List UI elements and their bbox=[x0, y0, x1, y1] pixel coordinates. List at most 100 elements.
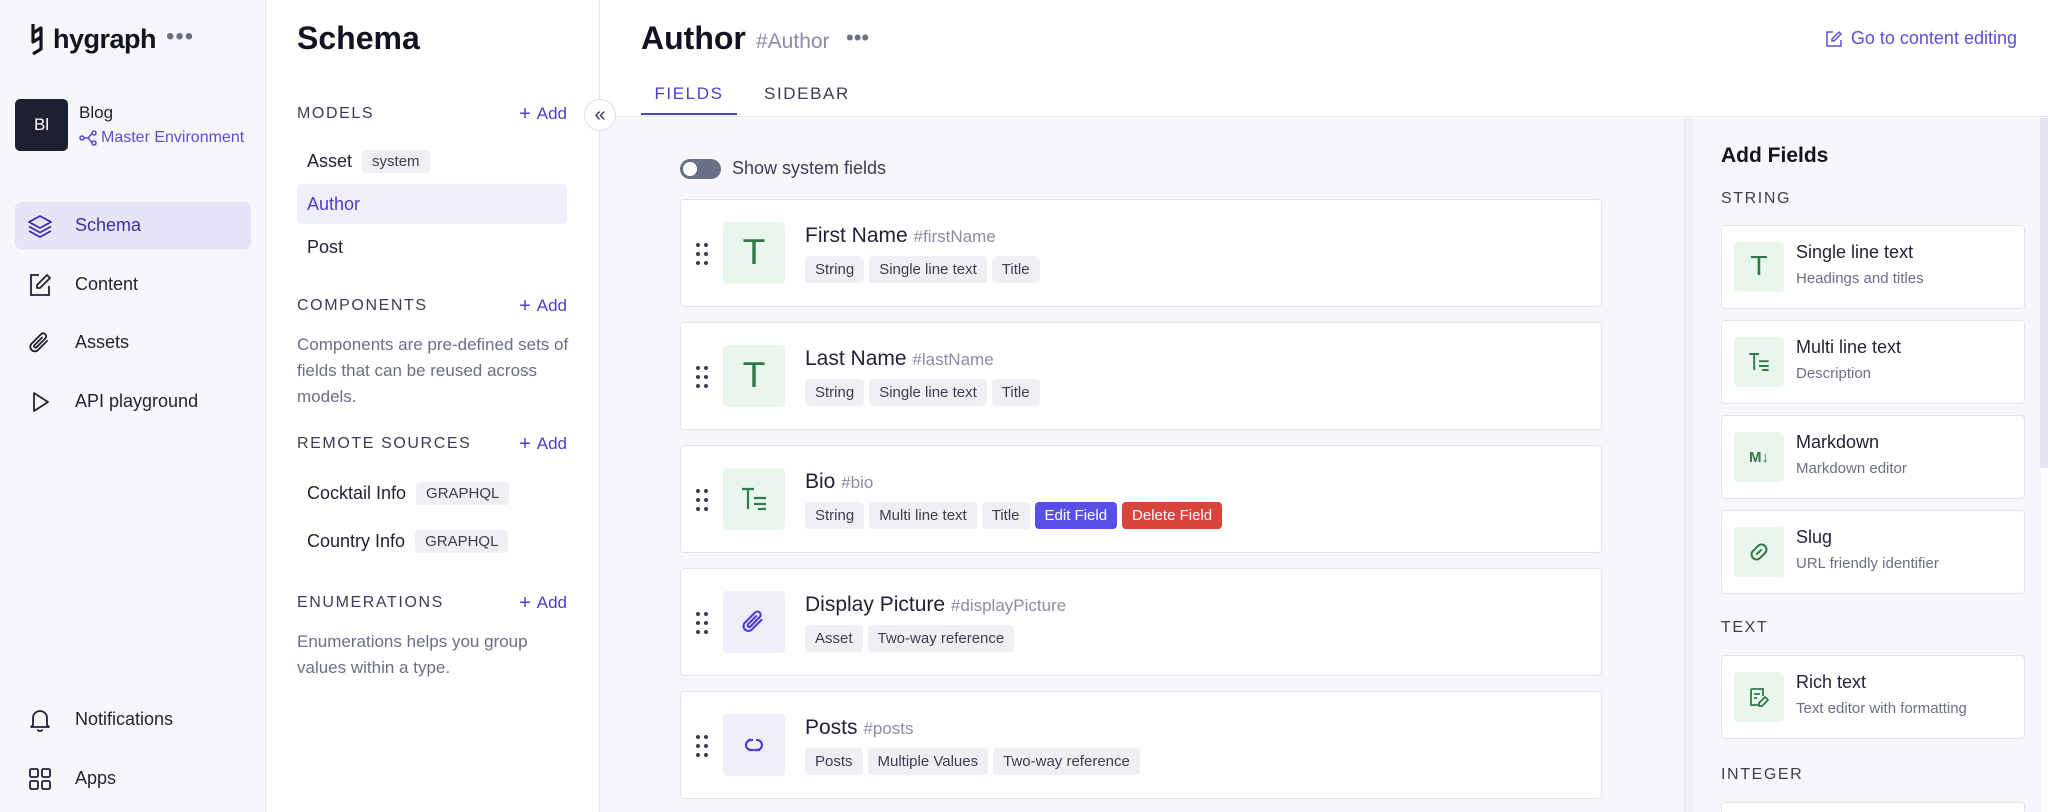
graphql-tag: GRAPHQL bbox=[416, 481, 510, 505]
remote-source-name: Country Info bbox=[307, 530, 406, 551]
field-chip: Title bbox=[991, 256, 1040, 283]
nav-item-schema[interactable]: Schema bbox=[15, 202, 251, 249]
go-to-content-editing-label: Go to content editing bbox=[1850, 28, 2017, 48]
field-type-description: Description bbox=[1796, 365, 1872, 382]
model-item-asset[interactable]: Asset system bbox=[297, 141, 567, 181]
branch-icon bbox=[79, 130, 97, 146]
drag-handle-icon[interactable] bbox=[695, 242, 709, 266]
field-chips: Asset Two-way reference bbox=[805, 625, 1015, 652]
nav-item-assets[interactable]: Assets bbox=[15, 319, 251, 366]
apps-icon bbox=[29, 767, 51, 790]
models-title: MODELS bbox=[297, 105, 375, 122]
field-name: First Name bbox=[805, 224, 908, 247]
field-chips: String Single line text Title bbox=[805, 379, 1040, 406]
schema-sidebar: Schema MODELS + Add Asset system Author P… bbox=[266, 0, 600, 812]
field-type-description: Markdown editor bbox=[1796, 460, 1907, 477]
field-api-id: #lastName bbox=[912, 350, 994, 369]
enumerations-description: Enumerations helps you group values with… bbox=[297, 632, 528, 677]
delete-field-button[interactable]: Delete Field bbox=[1122, 502, 1223, 529]
model-options-icon[interactable]: ••• bbox=[846, 27, 869, 49]
remote-source-cocktail-info[interactable]: Cocktail Info GRAPHQL bbox=[297, 473, 567, 513]
reference-type-icon bbox=[723, 714, 785, 776]
add-field-slug[interactable]: Slug URL friendly identifier bbox=[1721, 510, 2025, 594]
model-name: Asset bbox=[307, 150, 353, 171]
hygraph-logo-icon bbox=[31, 24, 43, 56]
schema-title: Schema bbox=[297, 20, 420, 56]
left-nav: hygraph ••• Bl Blog Master Environment S… bbox=[0, 0, 266, 812]
nav-item-content[interactable]: Content bbox=[15, 261, 251, 308]
more-options-icon[interactable]: ••• bbox=[166, 25, 194, 49]
field-title: Last Name #lastName bbox=[805, 347, 994, 371]
field-api-id: #displayPicture bbox=[950, 596, 1067, 615]
model-name: Author bbox=[307, 193, 361, 214]
add-component-button[interactable]: + Add bbox=[519, 296, 567, 316]
model-item-author[interactable]: Author bbox=[297, 184, 567, 224]
project-name: Blog bbox=[79, 103, 114, 122]
string-section-title: STRING bbox=[1721, 190, 1792, 207]
plus-icon: + bbox=[519, 592, 531, 614]
field-title: Posts #posts bbox=[805, 716, 913, 740]
add-label: Add bbox=[536, 104, 567, 123]
plus-icon: + bbox=[519, 295, 531, 317]
field-chip: Posts bbox=[805, 748, 863, 775]
multiline-text-type-icon bbox=[1734, 337, 1784, 387]
field-chip: String bbox=[805, 256, 865, 283]
add-field-markdown[interactable]: M↓ Markdown Markdown editor bbox=[1721, 415, 2025, 499]
add-model-button[interactable]: + Add bbox=[519, 104, 567, 124]
field-chip: Title bbox=[991, 379, 1040, 406]
edit-field-button[interactable]: Edit Field bbox=[1034, 502, 1118, 529]
nav-item-apps[interactable]: Apps bbox=[15, 755, 251, 802]
field-card-bio[interactable]: Bio #bio String Multi line text Title Ed… bbox=[680, 445, 1602, 553]
add-field-integer-partial[interactable] bbox=[1721, 802, 2025, 812]
environment-link[interactable]: Master Environment bbox=[79, 129, 244, 147]
add-remote-source-button[interactable]: + Add bbox=[519, 434, 567, 454]
field-chip: Single line text bbox=[869, 379, 987, 406]
drag-handle-icon[interactable] bbox=[695, 488, 709, 512]
drag-handle-icon[interactable] bbox=[695, 734, 709, 758]
show-system-fields-label: Show system fields bbox=[732, 158, 887, 178]
field-card-posts[interactable]: Posts #posts Posts Multiple Values Two-w… bbox=[680, 691, 1602, 799]
add-field-single-line-text[interactable]: T Single line text Headings and titles bbox=[1721, 225, 2025, 309]
paperclip-icon bbox=[29, 331, 48, 352]
nav-item-api-playground[interactable]: API playground bbox=[15, 378, 251, 425]
tab-sidebar[interactable]: SIDEBAR bbox=[764, 84, 850, 113]
field-type-name: Markdown bbox=[1796, 432, 1880, 452]
model-item-post[interactable]: Post bbox=[297, 227, 567, 267]
add-label: Add bbox=[536, 296, 567, 315]
hygraph-logo[interactable]: hygraph bbox=[27, 22, 157, 56]
collapse-sidebar-button[interactable]: « bbox=[584, 99, 616, 131]
tab-fields[interactable]: FIELDS bbox=[641, 84, 737, 115]
field-name: Posts bbox=[805, 716, 858, 739]
link-icon bbox=[1734, 527, 1784, 577]
scrollbar[interactable] bbox=[2040, 118, 2048, 468]
field-name: Display Picture bbox=[805, 593, 946, 616]
field-chip: String bbox=[805, 379, 865, 406]
nav-item-label: Content bbox=[75, 274, 139, 294]
field-card-display-picture[interactable]: Display Picture #displayPicture Asset Tw… bbox=[680, 568, 1602, 676]
project-switcher[interactable]: Bl Blog Master Environment bbox=[15, 99, 244, 151]
plus-icon: + bbox=[519, 103, 531, 125]
nav-item-notifications[interactable]: Notifications bbox=[15, 696, 251, 743]
field-chip: String bbox=[805, 502, 865, 529]
field-title: Display Picture #displayPicture bbox=[805, 593, 1066, 617]
add-field-rich-text[interactable]: Rich text Text editor with formatting bbox=[1721, 655, 2025, 739]
remote-source-country-info[interactable]: Country Info GRAPHQL bbox=[297, 521, 567, 561]
play-icon bbox=[33, 391, 49, 412]
add-field-multi-line-text[interactable]: Multi line text Description bbox=[1721, 320, 2025, 404]
show-system-fields-toggle[interactable] bbox=[680, 158, 721, 179]
field-title: First Name #firstName bbox=[805, 224, 996, 248]
drag-handle-icon[interactable] bbox=[695, 365, 709, 389]
add-enumeration-button[interactable]: + Add bbox=[519, 593, 567, 613]
edit-icon bbox=[1826, 30, 1842, 47]
field-card-last-name[interactable]: T Last Name #lastName String Single line… bbox=[680, 322, 1602, 430]
models-header: MODELS + Add bbox=[297, 104, 567, 124]
field-card-first-name[interactable]: T First Name #firstName String Single li… bbox=[680, 199, 1602, 307]
markdown-icon: M↓ bbox=[1734, 432, 1784, 482]
field-chip: Multiple Values bbox=[867, 748, 989, 775]
field-name: Last Name bbox=[805, 347, 907, 370]
components-title: COMPONENTS bbox=[297, 297, 428, 314]
go-to-content-editing-link[interactable]: Go to content editing bbox=[1825, 28, 2017, 49]
text-section-title: TEXT bbox=[1721, 619, 1769, 636]
drag-handle-icon[interactable] bbox=[695, 611, 709, 635]
remote-sources-title: REMOTE SOURCES bbox=[297, 435, 472, 452]
